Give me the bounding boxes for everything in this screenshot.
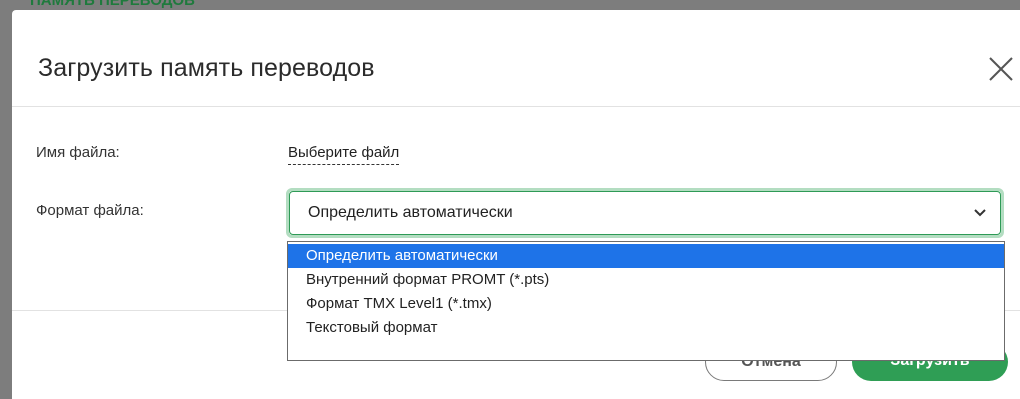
format-option-tmx[interactable]: Формат TMX Level1 (*.tmx) bbox=[288, 292, 1004, 316]
header-divider bbox=[12, 106, 1020, 107]
file-name-label: Имя файла: bbox=[36, 144, 120, 161]
format-option-text[interactable]: Текстовый формат bbox=[288, 316, 1004, 340]
background-page-heading: ПАМЯТЬ ПЕРЕВОДОВ bbox=[30, 0, 270, 8]
file-format-select[interactable]: Определить автоматически bbox=[289, 191, 1001, 235]
chevron-down-icon bbox=[974, 209, 986, 217]
choose-file-link[interactable]: Выберите файл bbox=[288, 144, 400, 165]
close-button[interactable] bbox=[986, 54, 1016, 84]
format-select-value: Определить автоматически bbox=[308, 204, 513, 221]
format-option-pts[interactable]: Внутренний формат PROMT (*.pts) bbox=[288, 268, 1004, 292]
upload-translation-memory-dialog: Загрузить память переводов Имя файла: Вы… bbox=[12, 10, 1020, 399]
format-option-auto[interactable]: Определить автоматически bbox=[288, 244, 1004, 268]
close-icon bbox=[989, 57, 1013, 81]
file-format-label: Формат файла: bbox=[36, 202, 144, 219]
format-dropdown-list: Определить автоматически Внутренний форм… bbox=[287, 241, 1005, 361]
dialog-title: Загрузить память переводов bbox=[38, 54, 375, 82]
